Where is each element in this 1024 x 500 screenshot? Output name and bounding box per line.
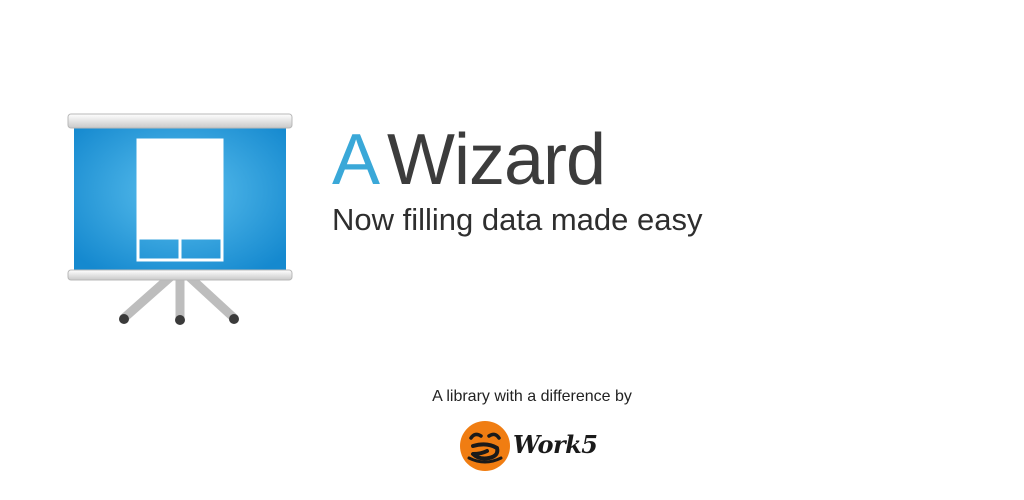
logo-wordmark: Work5 xyxy=(513,430,598,459)
bworks-logo: Work5 xyxy=(459,420,599,472)
title-main: Wizard xyxy=(387,120,606,200)
tagline: Now filling data made easy xyxy=(332,202,703,237)
bworks-logo-icon xyxy=(460,421,510,471)
banner: A Wizard Now filling data made easy A lib… xyxy=(0,0,1024,500)
presentation-easel-icon xyxy=(67,113,293,325)
app-title: A Wizard xyxy=(332,118,702,202)
title-accent: A xyxy=(332,120,380,200)
credit-text: A library with a difference by xyxy=(432,388,632,405)
title-block: A Wizard Now filling data made easy xyxy=(332,118,702,240)
